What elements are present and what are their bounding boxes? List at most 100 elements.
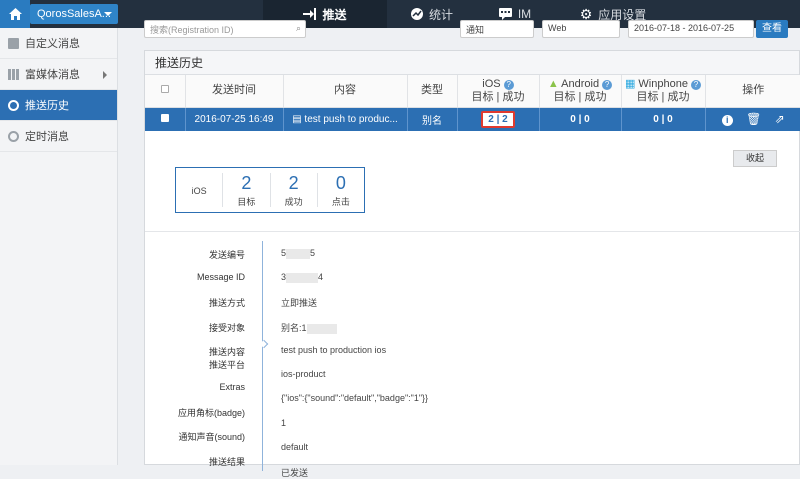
date-range-value: 2016-07-18 - 2016-07-25 — [634, 23, 735, 33]
stat-success-value: 2 — [288, 172, 299, 193]
select-all-checkbox[interactable] — [160, 85, 169, 94]
collapse-button[interactable]: 收起 — [733, 150, 777, 167]
home-icon — [8, 8, 22, 20]
sidebar-item-scheduled-message[interactable]: 定时消息 — [0, 121, 117, 152]
nav-stats-label: 统计 — [428, 7, 453, 22]
label-push-method: 推送方式 — [208, 298, 245, 308]
header-checkbox-cell — [145, 75, 186, 108]
value-message-id-end: 4 — [318, 272, 324, 282]
value-send-id: 55 — [281, 248, 315, 259]
stat-platform: iOS — [176, 173, 224, 207]
help-icon[interactable]: ? — [691, 79, 702, 90]
push-history-panel: 推送历史 发送时间 内容 类型 iOS ? 目标 | 成功 ▲ Android … — [144, 50, 800, 478]
row-ios-cell: 2 | 2 — [457, 107, 540, 131]
value-push-content: test push to production ios — [281, 345, 387, 355]
stat-click: 0 点击 — [318, 173, 364, 207]
redacted-block — [286, 248, 311, 259]
home-button[interactable] — [0, 0, 30, 28]
header-android-sub: 目标 | 成功 — [553, 90, 607, 103]
value-push-method: 立即推送 — [281, 298, 318, 308]
sidebar-item-label: 推送历史 — [25, 100, 69, 112]
query-button-label: 查看 — [762, 23, 782, 34]
search-input[interactable]: 搜索(Registration ID) ⌕ — [144, 20, 306, 38]
header-ios: iOS ? 目标 | 成功 — [457, 75, 540, 108]
stat-click-value: 0 — [335, 172, 346, 193]
value-recipient: 别名:1 — [281, 321, 337, 334]
stat-target-label: 目标 — [237, 196, 256, 207]
message-type-select[interactable]: 通知 — [460, 20, 534, 38]
external-link-icon[interactable]: ⇗ — [775, 112, 785, 126]
row-send-time: 2016-07-25 16:49 — [185, 107, 284, 131]
row-content: test push to produc... — [304, 113, 398, 125]
clock-icon — [8, 99, 19, 111]
sidebar-item-label: 富媒体消息 — [25, 69, 80, 81]
date-range-picker[interactable]: 2016-07-18 - 2016-07-25 — [628, 20, 754, 38]
label-push-platform: 推送平台 — [208, 360, 245, 370]
label-extras: Extras — [219, 382, 245, 392]
header-winphone-sub: 目标 | 成功 — [636, 90, 690, 103]
redacted-block — [306, 323, 337, 334]
stat-target: 2 目标 — [223, 172, 271, 207]
windows-icon: ▦ — [624, 77, 636, 90]
row-checkbox-cell — [145, 107, 186, 131]
stat-target-value: 2 — [241, 172, 252, 193]
sidebar-item-label: 自定义消息 — [25, 38, 80, 50]
header-type: 类型 — [407, 75, 458, 108]
value-send-id-end: 5 — [310, 248, 316, 258]
value-sound: default — [281, 442, 309, 452]
stat-click-label: 点击 — [331, 196, 350, 207]
nav-push-label: 推送 — [322, 7, 347, 22]
value-push-platform: ios-product — [281, 369, 326, 379]
redacted-block — [286, 272, 319, 283]
label-result: 推送结果 — [208, 457, 245, 467]
source-select[interactable]: Web — [542, 20, 620, 38]
sidebar-item-push-history[interactable]: 推送历史 — [0, 90, 117, 121]
row-ios[interactable]: 2 | 2 — [481, 110, 515, 128]
row-content-cell: ▤ test push to produc... — [283, 107, 408, 131]
row-actions: i 🗑 ⇗ — [705, 107, 800, 131]
row-type: 别名 — [407, 107, 458, 131]
info-icon[interactable]: i — [721, 115, 733, 127]
header-actions: 操作 — [705, 75, 800, 108]
header-content: 内容 — [283, 75, 408, 108]
message-type-value: 通知 — [466, 25, 485, 35]
stats-icon — [410, 8, 423, 20]
search-placeholder: 搜索(Registration ID) — [150, 25, 234, 35]
timer-icon — [8, 130, 19, 142]
panel-title: 推送历史 — [145, 51, 799, 75]
header-android: ▲ Android ? 目标 | 成功 — [539, 75, 622, 108]
chevron-right-icon — [103, 71, 107, 79]
grid-icon — [8, 68, 19, 80]
chevron-down-icon — [104, 12, 112, 16]
app-selector-label: QorosSalesA... — [37, 8, 111, 20]
delete-icon[interactable]: 🗑 — [746, 112, 761, 126]
sidebar-item-rich-media[interactable]: 富媒体消息 — [0, 59, 117, 90]
sidebar-item-custom-message[interactable]: 自定义消息 — [0, 28, 117, 59]
header-ios-sub: 目标 | 成功 — [471, 90, 525, 103]
table-row[interactable]: 2016-07-25 16:49 ▤ test push to produc..… — [145, 107, 800, 131]
edit-icon — [8, 37, 19, 49]
value-badge: 1 — [281, 418, 287, 428]
stat-success-label: 成功 — [284, 196, 303, 207]
chat-icon — [498, 8, 512, 20]
header-winphone: ▦ Winphone ? 目标 | 成功 — [621, 75, 706, 108]
help-icon[interactable]: ? — [503, 79, 514, 90]
platform-stats-box: iOS 2 目标 2 成功 0 点击 — [175, 167, 365, 213]
header-send-time: 发送时间 — [185, 75, 284, 108]
header-ios-label: iOS — [482, 77, 501, 90]
table-header: 发送时间 内容 类型 iOS ? 目标 | 成功 ▲ Android ? 目标 … — [145, 75, 800, 108]
filter-bar: 搜索(Registration ID) ⌕ 通知 Web 2016-07-18 … — [144, 20, 800, 42]
header-winphone-label: Winphone — [638, 77, 688, 90]
document-icon: ▤ — [292, 113, 302, 125]
nav-im-label: IM — [517, 7, 532, 21]
query-button[interactable]: 查看 — [756, 20, 788, 38]
app-selector[interactable]: QorosSalesA... — [30, 4, 118, 24]
value-extras: {"ios":{"sound":"default","badge":"1"}} — [281, 393, 429, 403]
divider — [145, 231, 800, 232]
row-checkbox[interactable] — [160, 113, 169, 122]
value-result: 已发送 — [281, 468, 309, 478]
label-recipient: 接受对象 — [208, 323, 245, 333]
help-icon[interactable]: ? — [602, 79, 613, 90]
label-badge: 应用角标(badge) — [177, 408, 245, 418]
stat-platform-label: iOS — [191, 186, 207, 196]
